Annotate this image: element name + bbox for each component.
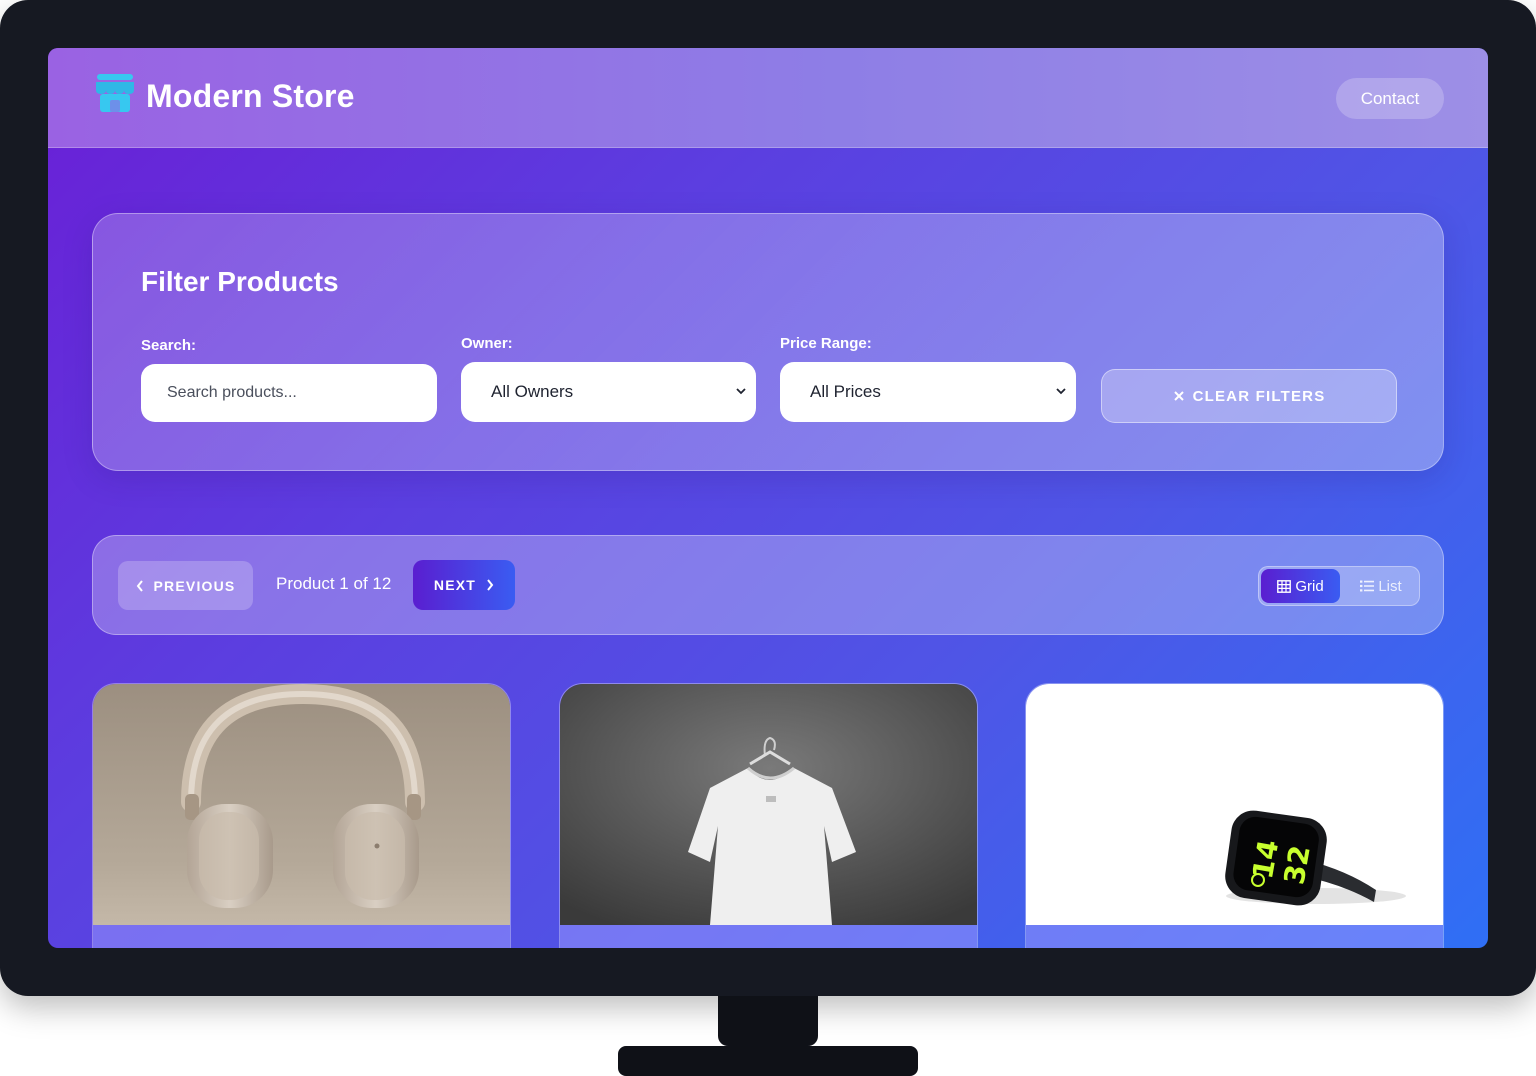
screen: Modern Store Contact Filter Products Sea… xyxy=(48,48,1488,948)
product-image-smartwatch[interactable]: 14 32 xyxy=(1026,684,1443,925)
price-range-label: Price Range: xyxy=(780,335,872,352)
product-card-footer xyxy=(93,925,510,948)
chevron-left-icon xyxy=(136,579,143,592)
store-icon[interactable] xyxy=(94,72,136,114)
filter-title: Filter Products xyxy=(141,266,339,297)
list-icon xyxy=(1360,580,1375,592)
previous-label: PREVIOUS xyxy=(153,577,236,594)
grid-view-label: Grid xyxy=(1295,577,1324,595)
product-card-footer xyxy=(1026,925,1443,948)
price-range-select[interactable]: All Prices xyxy=(780,362,1076,422)
price-range-select-value: All Prices xyxy=(810,382,881,401)
product-card[interactable]: 14 32 xyxy=(1025,683,1444,948)
product-image-headphones[interactable] xyxy=(93,684,510,925)
search-label: Search: xyxy=(141,337,197,354)
product-image-t-shirt[interactable] xyxy=(560,684,977,925)
product-card-footer xyxy=(560,925,977,948)
chevron-right-icon xyxy=(487,579,494,591)
page-indicator: Product 1 of 12 xyxy=(276,574,392,593)
clear-filters-button[interactable]: CLEAR FILTERS xyxy=(1101,369,1397,423)
view-toggle: Grid List xyxy=(1258,566,1420,606)
previous-button[interactable]: PREVIOUS xyxy=(118,561,253,610)
product-card[interactable] xyxy=(92,683,511,948)
chevron-down-icon xyxy=(736,388,746,395)
monitor-stand-neck xyxy=(718,996,818,1046)
brand-name[interactable]: Modern Store xyxy=(146,78,355,115)
clear-filters-label: CLEAR FILTERS xyxy=(1192,387,1326,405)
next-label: NEXT xyxy=(433,577,477,593)
monitor-stand-base xyxy=(618,1046,918,1076)
owner-label: Owner: xyxy=(461,335,513,352)
owner-select-value: All Owners xyxy=(491,382,574,401)
pagination-bar: PREVIOUS Product 1 of 12 NEXT Grid List xyxy=(92,535,1444,635)
list-view-label: List xyxy=(1378,577,1402,595)
watch-minutes: 32 xyxy=(1278,843,1317,887)
next-button[interactable]: NEXT xyxy=(413,560,515,610)
grid-view-button[interactable]: Grid xyxy=(1261,569,1340,603)
site-header: Modern Store Contact xyxy=(48,48,1488,148)
contact-button[interactable]: Contact xyxy=(1336,78,1444,119)
owner-select[interactable]: All Owners xyxy=(461,362,756,422)
list-view-button[interactable]: List xyxy=(1343,569,1419,603)
filter-panel: Filter Products Search: Owner: All Owner… xyxy=(92,213,1444,471)
chevron-down-icon xyxy=(1056,388,1066,395)
grid-icon xyxy=(1277,579,1292,593)
monitor-frame: Modern Store Contact Filter Products Sea… xyxy=(0,0,1536,996)
product-card[interactable] xyxy=(559,683,978,948)
search-input[interactable] xyxy=(141,364,437,422)
close-icon xyxy=(1173,391,1184,401)
